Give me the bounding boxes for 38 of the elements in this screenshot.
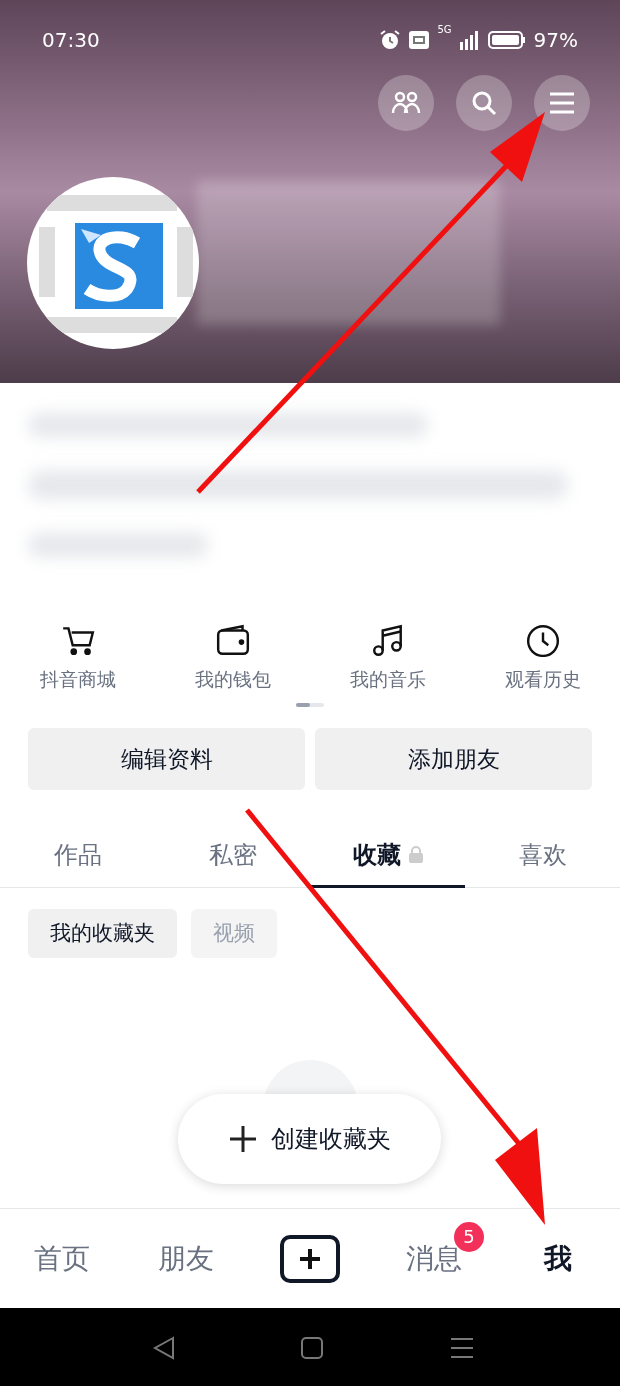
menu-icon [549,92,575,114]
nav-tab[interactable]: 朋友 [158,1237,214,1280]
profile-tab[interactable]: 作品 [0,824,155,888]
recents-icon[interactable] [450,1336,474,1360]
hd-icon [409,30,430,49]
friends-button[interactable] [378,75,434,131]
filter-chip[interactable]: 我的收藏夹 [28,909,177,958]
menu-button[interactable] [534,75,590,131]
lock-icon [408,846,423,863]
clock-time: 07:30 [42,26,100,54]
back-icon[interactable] [152,1336,176,1360]
clock-icon[interactable] [524,623,561,657]
plus-icon [228,1125,257,1153]
network-label: 5G [437,24,452,35]
profile-tab[interactable]: 喜欢 [465,824,620,888]
shortcut-label[interactable]: 抖音商城 [39,665,116,694]
home-icon[interactable] [300,1336,324,1360]
create-post-button[interactable] [280,1234,340,1283]
alarm-icon [379,28,402,51]
page-indicator [296,703,324,707]
nav-tab[interactable]: 首页 [34,1237,90,1280]
shortcut-label[interactable]: 我的钱包 [194,665,271,694]
plus-icon [298,1246,322,1271]
profile-tab[interactable]: 收藏 [310,824,465,888]
wallet-icon[interactable] [214,623,251,657]
battery-percent: 97% [533,26,578,54]
shortcut-label[interactable]: 观看历史 [504,665,581,694]
signal-icon [459,29,480,50]
profile-action-button[interactable]: 编辑资料 [28,728,305,790]
profile-action-button[interactable]: 添加朋友 [315,728,592,790]
people-icon [391,90,421,116]
create-folder-button[interactable]: 创建收藏夹 [178,1094,441,1184]
search-icon [470,89,498,117]
profile-tab[interactable]: 私密 [155,824,310,888]
nav-tab[interactable]: 我 [544,1237,572,1280]
shortcut-label[interactable]: 我的音乐 [349,665,426,694]
battery-icon [487,29,526,50]
search-button[interactable] [456,75,512,131]
